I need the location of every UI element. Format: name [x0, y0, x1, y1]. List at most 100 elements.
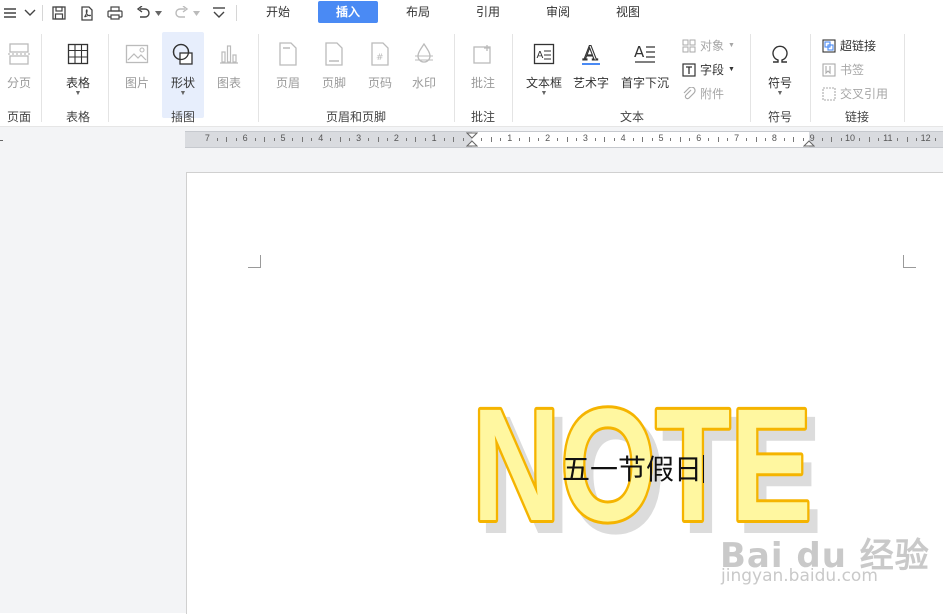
field-caret-icon: ▼ — [728, 66, 735, 73]
page-break-button[interactable]: 分页 — [0, 32, 38, 118]
cross-reference-button[interactable]: 交叉引用 — [822, 85, 888, 103]
export-pdf-icon[interactable] — [77, 3, 97, 23]
tab-layout[interactable]: 布局 — [392, 1, 444, 23]
ruler-number: 2 — [545, 133, 551, 143]
page-number-button[interactable]: # 页码 — [360, 32, 400, 118]
ruler-tick — [897, 138, 899, 141]
ruler-tick — [349, 138, 351, 141]
group-label-text: 文本 — [619, 110, 644, 124]
group-separator — [41, 34, 42, 122]
bookmark-button[interactable]: 书签 — [822, 61, 864, 79]
separator — [236, 5, 237, 21]
ruler-number: 10 — [844, 133, 855, 143]
table-icon — [58, 40, 98, 68]
drop-cap-button[interactable]: A 首字下沉 — [618, 32, 672, 118]
shape-icon — [162, 40, 204, 68]
left-indent-marker[interactable] — [466, 132, 478, 147]
tab-review[interactable]: 审阅 — [532, 1, 584, 23]
ruler-tick — [764, 138, 766, 141]
text-cursor — [703, 455, 705, 483]
cross-reference-icon — [822, 87, 836, 101]
ruler-tick — [906, 137, 908, 142]
watermark-button[interactable]: 水印 — [404, 32, 444, 118]
undo-dropdown-icon[interactable] — [153, 3, 163, 23]
tab-insert[interactable]: 插入 — [318, 1, 378, 23]
ruler-tick — [330, 138, 332, 141]
header-button[interactable]: 页眉 — [268, 32, 308, 118]
ruler-number: 1 — [431, 133, 437, 143]
footer-button[interactable]: 页脚 — [314, 32, 354, 118]
footer-icon — [314, 40, 354, 68]
ruler-tick — [415, 137, 417, 142]
insert-picture-button[interactable]: 图片 — [118, 32, 156, 118]
symbol-caret-icon: ▼ — [776, 90, 784, 97]
group-label-header-footer: 页眉和页脚 — [325, 110, 386, 124]
field-button[interactable]: 字段 ▼ — [682, 61, 735, 79]
ruler-tick — [519, 138, 521, 141]
insert-shape-button[interactable]: 形状 ▼ — [162, 32, 204, 118]
ruler-tick — [727, 138, 729, 141]
ruler-tick — [755, 137, 757, 142]
ruler-tick — [368, 138, 370, 141]
group-separator — [810, 34, 811, 122]
print-icon[interactable] — [105, 3, 125, 23]
group-label-illustration: 插图 — [170, 110, 195, 124]
page-number-icon: # — [360, 40, 400, 68]
menu-icon[interactable] — [2, 3, 18, 23]
group-separator — [904, 34, 905, 122]
ruler-number: 8 — [771, 133, 777, 143]
ruler-number: 12 — [920, 133, 931, 143]
insert-table-button[interactable]: 表格 ▼ — [58, 32, 98, 118]
ruler-tick — [708, 138, 710, 141]
ruler-tick — [566, 137, 568, 142]
symbol-button[interactable]: 符号 ▼ — [760, 32, 800, 118]
wordart-label: 艺术字 — [572, 76, 609, 90]
save-icon[interactable] — [49, 3, 69, 23]
drop-cap-icon: A — [618, 40, 672, 68]
svg-text:#: # — [376, 53, 384, 63]
ruler-tick — [386, 138, 388, 141]
ruler-tick — [453, 137, 455, 142]
object-button[interactable]: 对象 ▼ — [682, 37, 735, 55]
right-indent-marker[interactable] — [803, 132, 815, 147]
redo-dropdown-icon — [191, 3, 201, 23]
pane-marker — [0, 140, 3, 141]
hyperlink-button[interactable]: 超链接 — [822, 37, 876, 55]
chevron-down-icon[interactable] — [23, 3, 37, 23]
ruler-tick — [651, 138, 653, 141]
shape-label: 形状 — [170, 76, 195, 90]
shape-caret-icon: ▼ — [179, 90, 187, 97]
ruler-number: 5 — [280, 133, 286, 143]
tab-references[interactable]: 引用 — [462, 1, 514, 23]
insert-comment-button[interactable]: 批注 — [464, 32, 502, 118]
insert-chart-button[interactable]: 图表 — [210, 32, 248, 118]
ruler-number: 4 — [620, 133, 626, 143]
ruler-tick — [859, 138, 861, 141]
group-label-comment: 批注 — [470, 110, 495, 124]
undo-icon[interactable] — [134, 3, 152, 23]
ruler-number: 4 — [318, 133, 324, 143]
body-text: 五一节假日 — [562, 453, 703, 486]
customize-toolbar-icon[interactable] — [209, 3, 229, 23]
ruler-tick — [311, 138, 313, 141]
ruler-tick — [868, 137, 870, 142]
ruler-tick — [264, 137, 266, 142]
tab-view[interactable]: 视图 — [602, 1, 654, 23]
ruler-text-area — [472, 132, 809, 147]
ruler-tick — [405, 138, 407, 141]
group-separator — [454, 34, 455, 122]
page-break-label: 分页 — [6, 76, 31, 90]
ruler-tick — [500, 138, 502, 141]
document-body-text[interactable]: 五一节假日 — [562, 448, 705, 488]
ruler-tick — [528, 137, 530, 142]
horizontal-ruler[interactable]: 7 6 5 4 3 2 1 1 2 3 4 5 6 7 8 9 10 11 12 — [185, 131, 943, 148]
attachment-button[interactable]: 附件 — [682, 85, 724, 103]
group-separator — [512, 34, 513, 122]
textbox-button[interactable]: A 文本框 ▼ — [522, 32, 566, 118]
attachment-label: 附件 — [700, 87, 725, 101]
ruler-tick — [670, 138, 672, 141]
group-label-page: 页面 — [6, 110, 31, 124]
tab-home[interactable]: 开始 — [252, 1, 304, 23]
ruler-tick — [462, 138, 464, 141]
wordart-button[interactable]: A 艺术字 — [570, 32, 612, 118]
